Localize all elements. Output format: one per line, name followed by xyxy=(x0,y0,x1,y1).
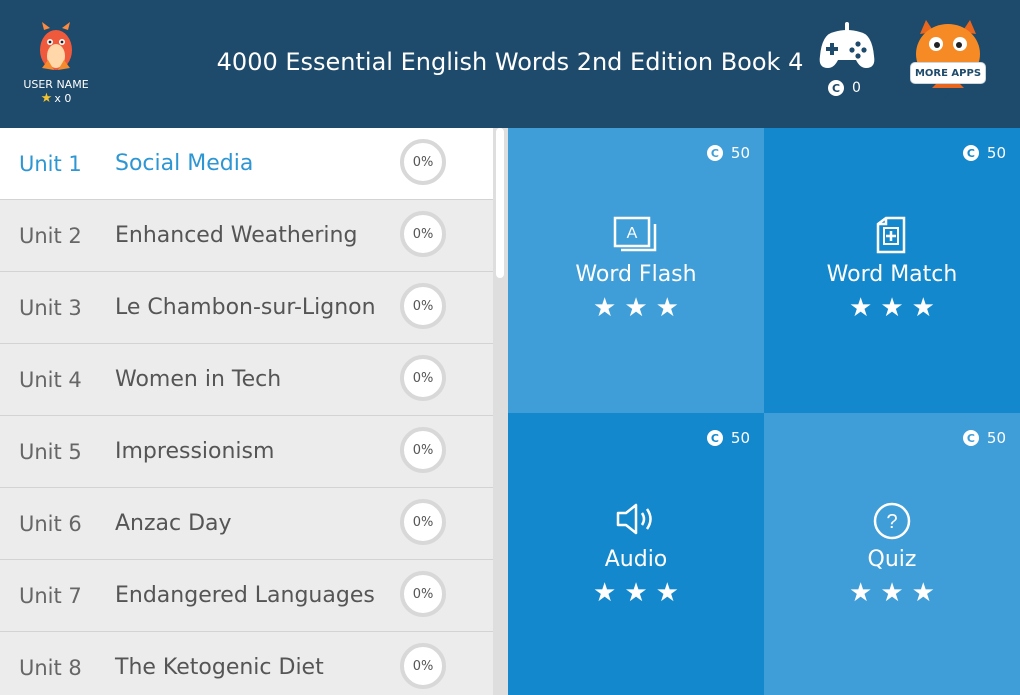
svg-text:?: ? xyxy=(886,511,897,533)
coin-icon: C xyxy=(706,145,723,161)
progress-ring: 0% xyxy=(400,355,446,401)
star-icon: ★ xyxy=(593,293,617,323)
unit-title: Impressionism xyxy=(115,439,275,464)
star-icon: ★ xyxy=(40,91,53,106)
unit-title: Social Media xyxy=(115,151,254,176)
unit-row[interactable]: Unit 5 Impressionism 0% xyxy=(0,416,493,488)
tile-label: Word Flash xyxy=(575,262,697,287)
dragon-avatar-icon xyxy=(34,20,78,76)
coin-icon: C xyxy=(962,430,979,446)
star-icon: ★ xyxy=(593,578,617,608)
progress-ring: 0% xyxy=(400,571,446,617)
user-profile[interactable]: USER NAME ★ x 0 xyxy=(14,20,98,105)
progress-ring: 0% xyxy=(400,211,446,257)
progress-ring: 0% xyxy=(400,283,446,329)
unit-number: Unit 3 xyxy=(19,296,82,320)
unit-number: Unit 5 xyxy=(19,440,82,464)
word-match-tile[interactable]: C 50 Word Match ★ ★ ★ xyxy=(764,128,1020,413)
progress-ring: 0% xyxy=(400,427,446,473)
star-icon: ★ xyxy=(880,293,904,323)
progress-ring: 0% xyxy=(400,643,446,689)
unit-row[interactable]: Unit 2 Enhanced Weathering 0% xyxy=(0,200,493,272)
unit-row[interactable]: Unit 1 Social Media 0% xyxy=(0,128,493,200)
word-flash-tile[interactable]: C 50 A Word Flash ★ ★ ★ xyxy=(508,128,764,413)
rating-stars: ★ ★ ★ xyxy=(764,294,1020,322)
card-add-icon xyxy=(764,216,1020,256)
app-header: USER NAME ★ x 0 4000 Essential English W… xyxy=(0,0,1020,128)
more-apps-button[interactable]: MORE APPS > xyxy=(906,18,990,102)
question-icon: ? xyxy=(764,501,1020,541)
unit-row[interactable]: Unit 8 The Ketogenic Diet 0% xyxy=(0,632,493,695)
unit-title: Endangered Languages xyxy=(115,583,375,608)
tile-cost-text: 50 xyxy=(730,144,750,162)
tile-cost: C 50 xyxy=(962,144,1006,162)
rating-stars: ★ ★ ★ xyxy=(508,294,764,322)
audio-tile[interactable]: C 50 Audio ★ ★ ★ xyxy=(508,413,764,695)
star-icon: ★ xyxy=(911,293,935,323)
unit-number: Unit 4 xyxy=(19,368,82,392)
gamepad-icon[interactable] xyxy=(816,22,878,74)
tile-cost: C 50 xyxy=(962,429,1006,447)
tile-cost: C 50 xyxy=(706,144,750,162)
star-icon: ★ xyxy=(655,578,679,608)
unit-title: Le Chambon-sur-Lignon xyxy=(115,295,376,320)
star-icon: ★ xyxy=(624,293,648,323)
unit-title: Enhanced Weathering xyxy=(115,223,358,248)
tile-label: Audio xyxy=(604,547,668,572)
tile-label: Word Match xyxy=(826,262,958,287)
star-count-text: x 0 xyxy=(54,92,72,105)
rating-stars: ★ ★ ★ xyxy=(508,579,764,607)
coin-balance: C 0 xyxy=(828,80,861,96)
unit-row[interactable]: Unit 3 Le Chambon-sur-Lignon 0% xyxy=(0,272,493,344)
tile-cost: C 50 xyxy=(706,429,750,447)
coin-icon: C xyxy=(828,80,844,96)
star-icon: ★ xyxy=(624,578,648,608)
star-icon: ★ xyxy=(655,293,679,323)
scrollbar-thumb[interactable] xyxy=(496,128,504,278)
star-icon: ★ xyxy=(911,578,935,608)
unit-row[interactable]: Unit 6 Anzac Day 0% xyxy=(0,488,493,560)
user-star-count: ★ x 0 xyxy=(14,92,98,105)
unit-number: Unit 1 xyxy=(19,152,82,176)
quiz-tile[interactable]: C 50 ? Quiz ★ ★ ★ xyxy=(764,413,1020,695)
rating-stars: ★ ★ ★ xyxy=(764,579,1020,607)
unit-number: Unit 8 xyxy=(19,656,82,680)
star-icon: ★ xyxy=(880,578,904,608)
coin-balance-text: 0 xyxy=(852,80,861,96)
unit-list: Unit 1 Social Media 0% Unit 2 Enhanced W… xyxy=(0,128,493,695)
progress-ring: 0% xyxy=(400,499,446,545)
star-icon: ★ xyxy=(849,293,873,323)
tile-label: Quiz xyxy=(867,547,917,572)
tile-cost-text: 50 xyxy=(986,144,1006,162)
unit-number: Unit 2 xyxy=(19,224,82,248)
more-apps-label: MORE APPS > xyxy=(910,62,986,101)
page-title: 4000 Essential English Words 2nd Edition… xyxy=(216,48,804,76)
list-scrollbar[interactable] xyxy=(493,128,508,695)
unit-title: Women in Tech xyxy=(115,367,282,392)
user-name: USER NAME xyxy=(23,78,89,91)
unit-title: Anzac Day xyxy=(115,511,232,536)
coin-icon: C xyxy=(706,430,723,446)
progress-ring: 0% xyxy=(400,139,446,185)
unit-number: Unit 7 xyxy=(19,584,82,608)
tile-cost-text: 50 xyxy=(986,429,1006,447)
speaker-icon xyxy=(508,501,764,541)
svg-text:A: A xyxy=(627,225,638,242)
tile-cost-text: 50 xyxy=(730,429,750,447)
unit-row[interactable]: Unit 7 Endangered Languages 0% xyxy=(0,560,493,632)
flashcard-icon: A xyxy=(508,216,764,256)
unit-number: Unit 6 xyxy=(19,512,82,536)
star-icon: ★ xyxy=(849,578,873,608)
coin-icon: C xyxy=(962,145,979,161)
unit-row[interactable]: Unit 4 Women in Tech 0% xyxy=(0,344,493,416)
unit-title: The Ketogenic Diet xyxy=(115,655,324,680)
